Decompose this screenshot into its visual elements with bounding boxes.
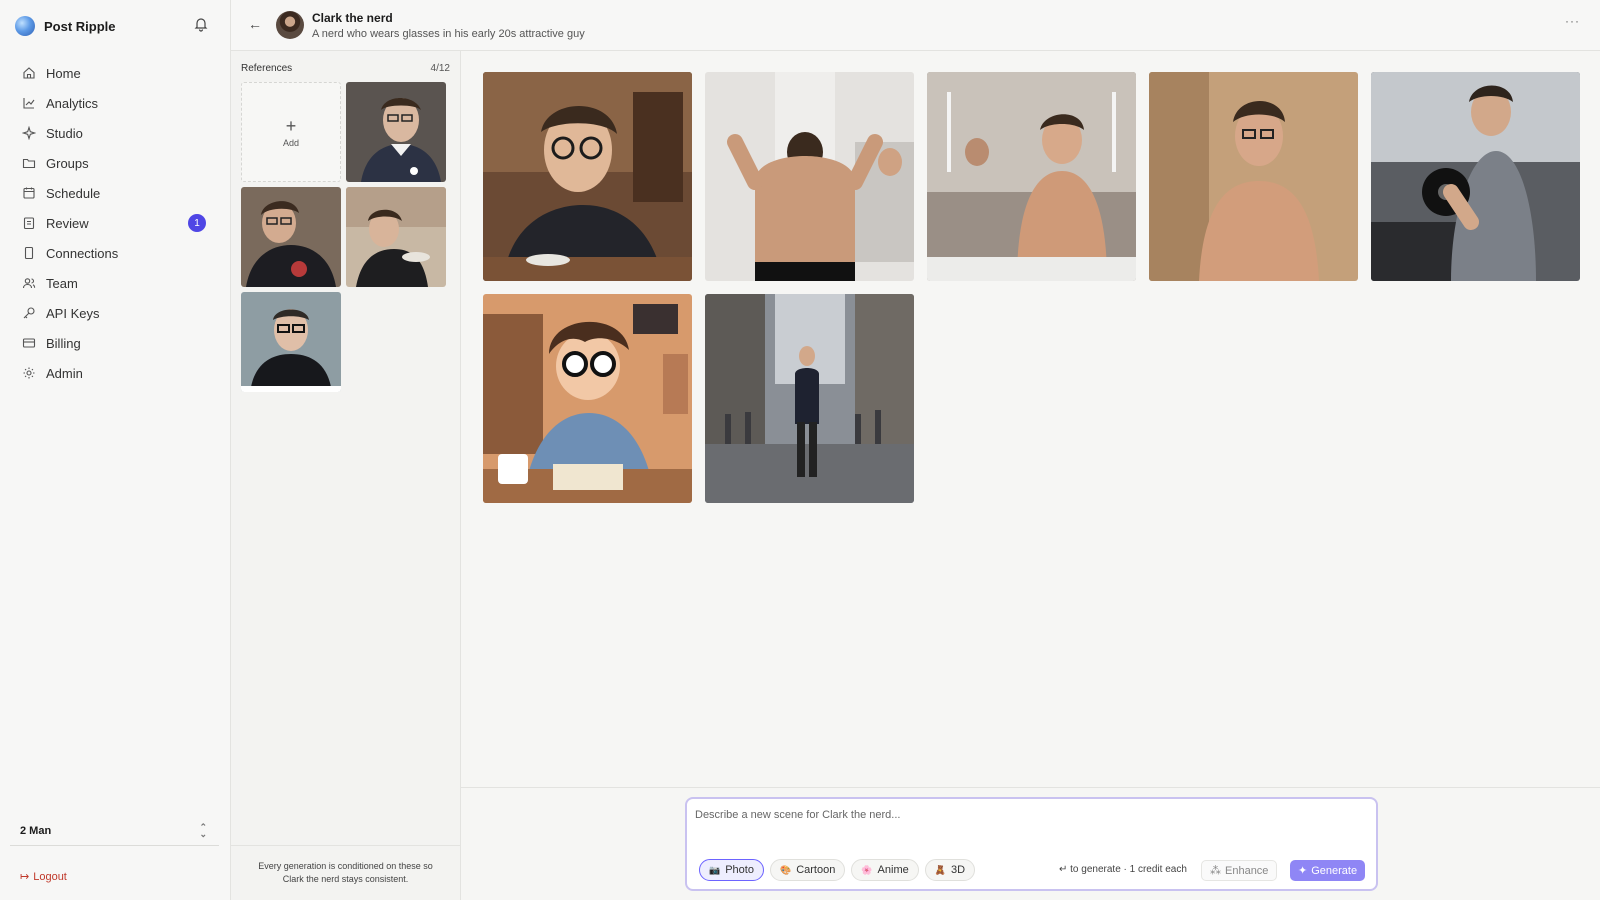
card-icon xyxy=(22,336,36,350)
sidebar-item-label: Team xyxy=(46,275,78,291)
reference-image[interactable] xyxy=(346,187,446,287)
references-note: Every generation is conditioned on these… xyxy=(258,861,433,884)
gear-icon xyxy=(22,366,36,380)
generated-image[interactable] xyxy=(927,72,1136,281)
chevron-updown-icon: ⌃ ⌄ xyxy=(199,822,207,839)
sidebar-item-label: API Keys xyxy=(46,305,100,321)
flower-icon: 🌸 xyxy=(861,864,873,875)
sidebar-item-studio[interactable]: Studio xyxy=(14,118,216,148)
reference-image[interactable] xyxy=(241,292,341,392)
style-photo-button[interactable]: 📷 Photo xyxy=(699,859,764,881)
clipboard-icon xyxy=(22,216,36,230)
device-icon xyxy=(22,246,36,260)
more-options-icon[interactable]: ··· xyxy=(1565,14,1580,28)
generated-image[interactable] xyxy=(1371,72,1580,281)
add-reference-button[interactable]: + Add xyxy=(241,82,341,182)
style-selector: 📷 Photo 🎨 Cartoon 🌸 Anime 🧸 3D xyxy=(699,859,976,881)
generate-button[interactable]: ✦ Generate xyxy=(1290,860,1366,881)
sidebar-item-groups[interactable]: Groups xyxy=(14,148,216,178)
character-description: A nerd who wears glasses in his early 20… xyxy=(312,28,585,40)
style-label: 3D xyxy=(950,864,966,876)
prompt-input[interactable] xyxy=(695,809,1365,821)
sidebar-item-label: Review xyxy=(46,215,89,231)
plus-icon: + xyxy=(285,115,297,136)
enhance-label: Enhance xyxy=(1225,864,1269,877)
generated-image[interactable] xyxy=(705,72,914,281)
style-cartoon-button[interactable]: 🎨 Cartoon xyxy=(769,859,846,881)
sidebar-item-label: Connections xyxy=(46,245,119,261)
references-title: References xyxy=(241,63,293,74)
sidebar-nav: Home Analytics Studio Groups Schedule Re… xyxy=(14,58,216,388)
bell-icon[interactable] xyxy=(193,16,209,32)
figure-icon: 🧸 xyxy=(934,864,946,875)
generated-gallery xyxy=(461,51,1600,787)
workspace-selector[interactable]: 2 Man ⌃ ⌄ xyxy=(10,816,219,846)
generated-image[interactable] xyxy=(1149,72,1358,281)
sidebar-item-api-keys[interactable]: API Keys xyxy=(14,298,216,328)
references-panel: References 4/12 + Add Every generation i… xyxy=(231,51,461,900)
sidebar-item-label: Home xyxy=(46,65,81,81)
style-anime-button[interactable]: 🌸 Anime xyxy=(851,859,919,881)
users-icon xyxy=(22,276,36,290)
sidebar-item-review[interactable]: Review 1 xyxy=(14,208,216,238)
avatar xyxy=(276,11,304,39)
logout-icon: ↦ xyxy=(20,871,30,883)
sidebar-item-label: Analytics xyxy=(46,95,99,111)
reference-image[interactable] xyxy=(241,187,341,287)
sparkle-icon xyxy=(22,126,36,140)
sidebar-item-schedule[interactable]: Schedule xyxy=(14,178,216,208)
generate-hint: ↵ to generate · 1 credit each xyxy=(1059,864,1187,875)
sparkle-icon: ✦ xyxy=(1298,865,1308,877)
brand-name: Post Ripple xyxy=(44,18,116,34)
style-3d-button[interactable]: 🧸 3D xyxy=(924,859,976,881)
sidebar-item-label: Admin xyxy=(46,365,83,381)
reference-image[interactable] xyxy=(346,82,446,182)
prompt-composer: 📷 Photo 🎨 Cartoon 🌸 Anime 🧸 3D ↵ to gene… xyxy=(685,797,1378,891)
wand-icon: ⁂ xyxy=(1210,865,1221,877)
enhance-button[interactable]: ⁂ Enhance xyxy=(1201,860,1278,881)
sidebar-item-label: Schedule xyxy=(46,185,101,201)
style-label: Anime xyxy=(877,864,909,876)
sidebar-item-label: Billing xyxy=(46,335,81,351)
calendar-icon xyxy=(22,186,36,200)
review-count-badge: 1 xyxy=(188,214,206,232)
key-icon xyxy=(22,306,36,320)
brand-logo xyxy=(15,16,35,36)
sidebar-item-home[interactable]: Home xyxy=(14,58,216,88)
analytics-icon xyxy=(22,96,36,110)
generated-image[interactable] xyxy=(483,294,692,503)
sidebar-item-team[interactable]: Team xyxy=(14,268,216,298)
palette-icon: 🎨 xyxy=(779,864,792,875)
add-label: Add xyxy=(282,137,299,148)
divider xyxy=(231,845,460,846)
home-icon xyxy=(22,66,36,80)
references-count: 4/12 xyxy=(430,63,450,74)
sidebar-item-label: Groups xyxy=(46,155,89,171)
page-title: Clark the nerd xyxy=(312,11,393,25)
character-header: ← Clark the nerd A nerd who wears glasse… xyxy=(231,0,1600,51)
generate-label: Generate xyxy=(1311,864,1358,877)
sidebar-item-label: Studio xyxy=(46,125,83,141)
logout-button[interactable]: ↦ Logout xyxy=(20,870,67,884)
generated-image[interactable] xyxy=(705,294,914,503)
logout-label: Logout xyxy=(33,870,67,883)
sidebar-item-analytics[interactable]: Analytics xyxy=(14,88,216,118)
style-label: Cartoon xyxy=(796,864,836,876)
sidebar: Post Ripple Home Analytics Studio Groups… xyxy=(0,0,231,900)
camera-icon: 📷 xyxy=(709,864,721,875)
generated-image[interactable] xyxy=(483,72,692,281)
brand[interactable]: Post Ripple xyxy=(15,14,116,38)
sidebar-item-billing[interactable]: Billing xyxy=(14,328,216,358)
folder-icon xyxy=(22,156,36,170)
back-arrow-icon[interactable]: ← xyxy=(248,16,262,32)
sidebar-item-admin[interactable]: Admin xyxy=(14,358,216,388)
sidebar-item-connections[interactable]: Connections xyxy=(14,238,216,268)
style-label: Photo xyxy=(725,864,754,876)
workspace-name: 2 Man xyxy=(20,824,52,837)
